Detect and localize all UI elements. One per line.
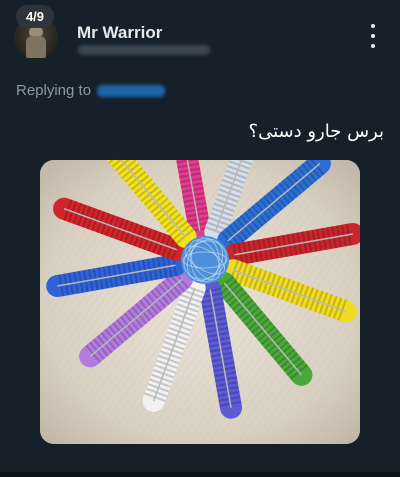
display-name[interactable]: Mr Warrior [77,23,162,43]
replying-to-row: Replying to [16,82,166,99]
more-dot [371,24,375,28]
tweet-image[interactable] [40,160,360,444]
blurred-reply-handle[interactable] [97,84,166,97]
replying-to-label: Replying to [16,82,92,99]
media-counter-badge: 4/9 [16,5,54,28]
tweet-screen: 4/9 Mr Warrior Replying to برس جارو دستی… [0,0,400,477]
blurred-handle [78,45,210,55]
avatar-figure [26,36,46,58]
bottom-divider [0,472,400,477]
more-options-icon[interactable] [366,24,380,48]
more-dot [371,44,375,48]
tweet-text: برس جارو دستی؟ [248,121,384,142]
brush-star-image [40,160,360,444]
more-dot [371,34,375,38]
